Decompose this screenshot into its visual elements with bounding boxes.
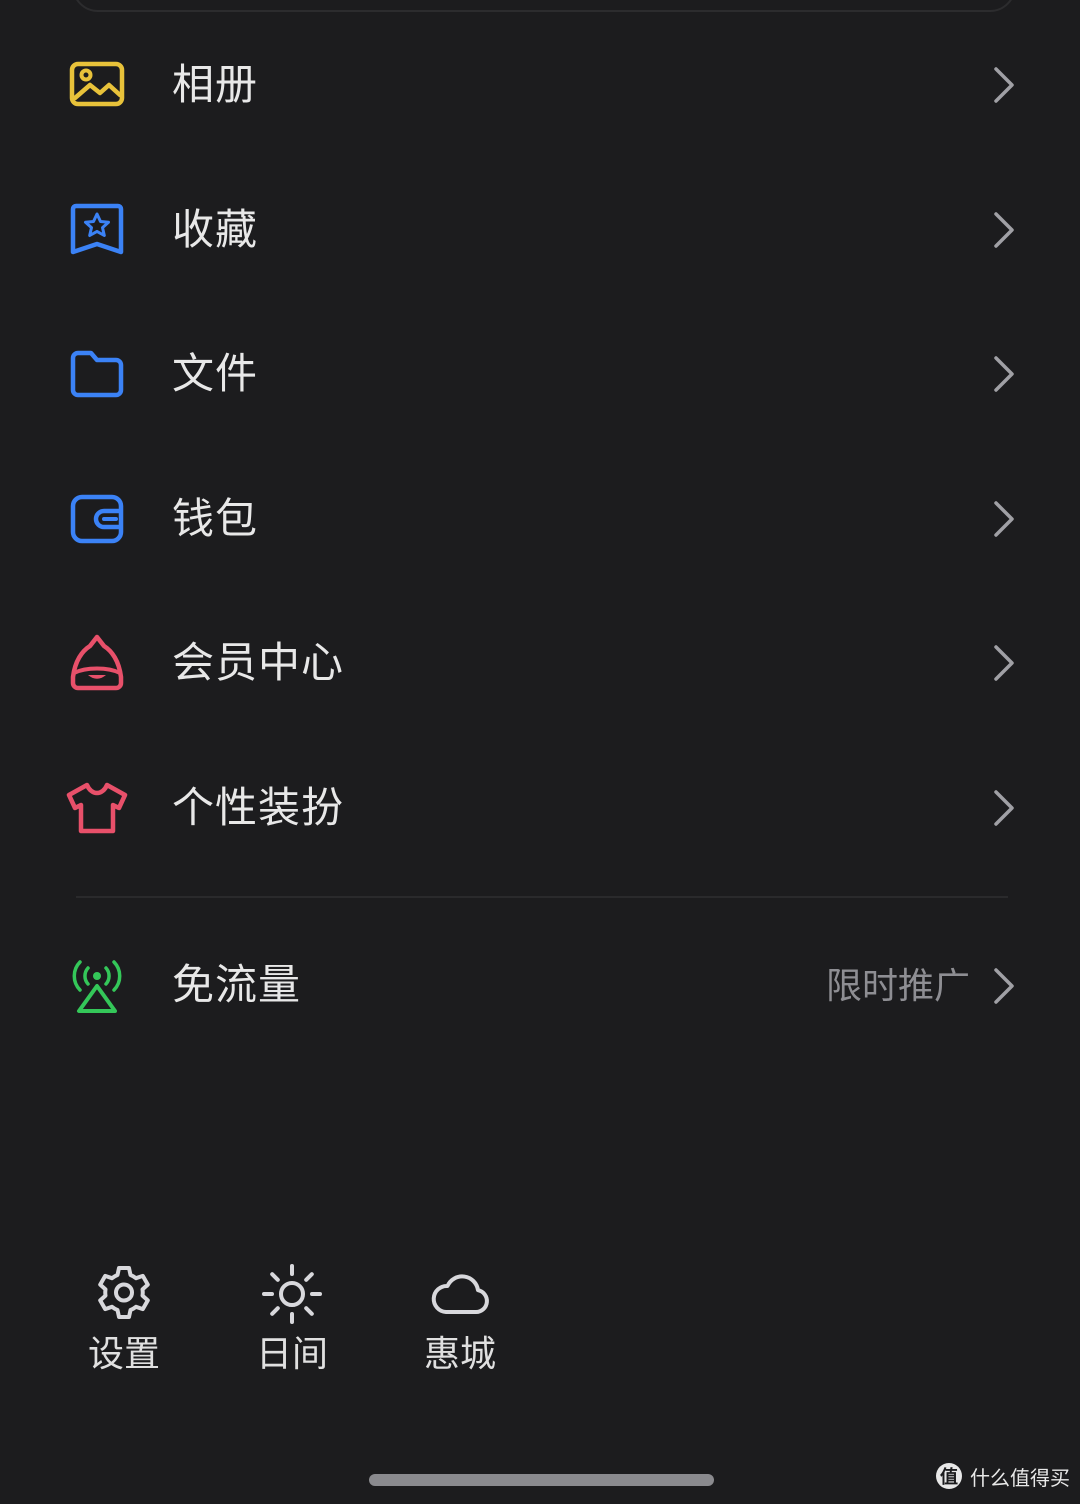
chevron-right-icon (986, 65, 1020, 105)
folder-icon (64, 344, 130, 404)
menu-item-label: 钱包 (172, 493, 259, 543)
menu-item-label: 免流量 (172, 960, 302, 1009)
menu-item-label: 相册 (172, 60, 259, 109)
watermark: 值 什么值得买 (936, 1458, 1070, 1494)
top-card-edge (72, 0, 1016, 12)
menu-item-member-center[interactable]: 会员中心 (0, 591, 1080, 736)
menu-item-label: 文件 (172, 349, 259, 398)
chevron-right-icon (986, 210, 1020, 250)
menu-item-wallet[interactable]: 钱包 (0, 447, 1080, 592)
cloud-icon (428, 1262, 492, 1326)
menu-item-album[interactable]: 相册 (0, 13, 1080, 158)
menu-item-label: 会员中心 (172, 638, 345, 687)
bottom-bar: 设置 日间 惠城 (0, 1262, 1080, 1392)
chevron-right-icon (986, 499, 1020, 539)
signal-tower-icon (64, 956, 130, 1016)
chevron-right-icon (986, 643, 1020, 683)
tshirt-icon (64, 778, 130, 838)
chevron-right-icon (986, 788, 1020, 828)
chevron-right-icon (986, 966, 1020, 1006)
wallet-icon (64, 489, 130, 549)
menu-item-personalize[interactable]: 个性装扮 (0, 736, 1080, 881)
settings-button[interactable]: 设置 (54, 1262, 194, 1382)
chevron-right-icon (986, 354, 1020, 394)
menu-item-label: 收藏 (172, 204, 259, 254)
favorites-icon (64, 200, 130, 260)
settings-label: 设置 (87, 1334, 160, 1375)
menu-item-label: 个性装扮 (172, 782, 345, 832)
huicheng-label: 惠城 (423, 1334, 496, 1375)
watermark-text: 什么值得买 (970, 1465, 1070, 1490)
day-mode-button[interactable]: 日间 (222, 1262, 362, 1382)
promo-hint: 限时推广 (825, 966, 970, 1007)
menu-item-files[interactable]: 文件 (0, 302, 1080, 447)
menu-item-favorites[interactable]: 收藏 (0, 158, 1080, 303)
home-indicator (369, 1474, 714, 1486)
menu-item-free-data[interactable]: 免流量 限时推广 (0, 914, 1080, 1058)
album-icon (64, 55, 130, 115)
watermark-logo-icon: 值 (936, 1463, 962, 1489)
member-center-icon (64, 633, 130, 693)
menu-list: 相册 收藏 文件 钱包 会员中心 个性装扮 (0, 13, 1080, 880)
huicheng-button[interactable]: 惠城 (390, 1262, 530, 1382)
gear-icon (92, 1262, 156, 1326)
divider (76, 896, 1008, 898)
day-mode-label: 日间 (255, 1334, 328, 1375)
sun-icon (260, 1262, 324, 1326)
